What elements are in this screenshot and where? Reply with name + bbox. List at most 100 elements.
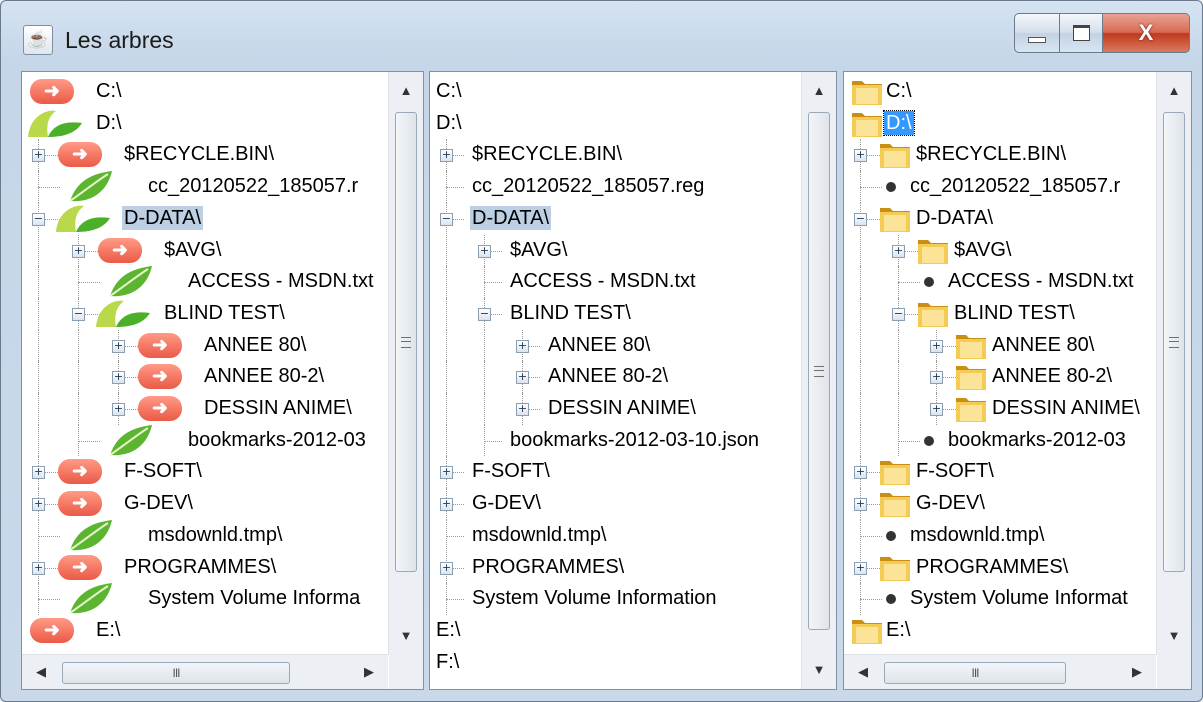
tree-node-label[interactable]: D:\ (434, 111, 464, 135)
tree-node-label[interactable]: DESSIN ANIME\ (990, 396, 1142, 420)
tree-row[interactable]: + ➜ F-SOFT\ (22, 456, 388, 489)
tree-row[interactable]: msdownld.tmp\ (844, 519, 1156, 552)
tree-node-label[interactable]: ANNEE 80\ (202, 333, 308, 357)
collapse-icon[interactable]: − (72, 307, 85, 321)
tree-row[interactable]: − BLIND TEST\ (844, 297, 1156, 330)
tree-row[interactable]: System Volume Information (430, 583, 800, 615)
tree-row[interactable]: D:\ (22, 108, 388, 140)
expand-icon[interactable]: + (854, 466, 867, 480)
tree-row[interactable]: + G-DEV\ (844, 488, 1156, 520)
tree-node-label[interactable]: $AVG\ (952, 238, 1013, 262)
scroll-up-arrow[interactable]: ▲ (1157, 76, 1191, 106)
expand-icon[interactable]: + (112, 371, 125, 385)
scroll-left-arrow[interactable]: ◀ (26, 655, 56, 689)
expand-icon[interactable]: + (32, 466, 45, 480)
expand-icon[interactable]: + (32, 561, 45, 575)
expand-icon[interactable]: + (892, 244, 905, 258)
expand-icon[interactable]: + (516, 339, 529, 353)
tree-row[interactable]: + PROGRAMMES\ (844, 551, 1156, 584)
tree-node-label[interactable]: cc_20120522_185057.reg (470, 174, 706, 198)
tree-node-label[interactable]: D-DATA\ (914, 206, 995, 230)
tree-row[interactable]: − BLIND TEST\ (22, 297, 388, 330)
tree-node-label[interactable]: $AVG\ (162, 238, 223, 262)
tree-node-label[interactable]: cc_20120522_185057.r (908, 174, 1122, 198)
expand-icon[interactable]: + (854, 561, 867, 575)
tree-node-label[interactable]: System Volume Informat (908, 586, 1130, 610)
tree-row[interactable]: D:\ (430, 108, 800, 140)
tree-node-label[interactable]: E:\ (94, 618, 122, 642)
file-tree[interactable]: C:\ D:\ + $RECYCLE.BIN\ cc_20120522_185057.r… (844, 72, 1156, 655)
tree-node-label[interactable]: $AVG\ (508, 238, 569, 262)
tree-node-label[interactable]: G-DEV\ (914, 491, 987, 515)
tree-node-label[interactable]: D:\ (883, 109, 915, 136)
tree-node-label[interactable]: E:\ (884, 618, 912, 642)
tree-row[interactable]: ACCESS - MSDN.txt (844, 266, 1156, 298)
expand-icon[interactable]: + (32, 149, 45, 163)
tree-node-label[interactable]: bookmarks-2012-03-10.json (508, 428, 761, 452)
tree-row[interactable]: − D-DATA\ (22, 202, 388, 235)
tree-node-label[interactable]: F-SOFT\ (122, 459, 204, 483)
tree-row[interactable]: cc_20120522_185057.r (844, 171, 1156, 203)
tree-row[interactable]: D:\ (844, 108, 1156, 140)
title-bar[interactable]: ☕ Les arbres X (1, 1, 1202, 65)
tree-row[interactable]: + ➜ ANNEE 80\ (22, 329, 388, 362)
tree-node-label[interactable]: PROGRAMMES\ (914, 555, 1070, 579)
tree-row[interactable]: + F-SOFT\ (430, 456, 800, 489)
tree-row[interactable]: + $RECYCLE.BIN\ (430, 139, 800, 172)
tree-row[interactable]: + ANNEE 80-2\ (844, 361, 1156, 393)
tree-node-label[interactable]: DESSIN ANIME\ (546, 396, 698, 420)
scroll-left-arrow[interactable]: ◀ (848, 655, 878, 689)
expand-icon[interactable]: + (440, 466, 453, 480)
tree-node-label[interactable]: ANNEE 80\ (990, 333, 1096, 357)
maximize-button[interactable] (1060, 13, 1103, 53)
expand-icon[interactable]: + (516, 371, 529, 385)
tree-row[interactable]: + ➜ PROGRAMMES\ (22, 551, 388, 584)
horizontal-scroll-thumb[interactable]: III (62, 662, 290, 684)
collapse-icon[interactable]: − (892, 307, 905, 321)
tree-row[interactable]: + ➜ $RECYCLE.BIN\ (22, 139, 388, 172)
expand-icon[interactable]: + (854, 498, 867, 512)
tree-row[interactable]: + DESSIN ANIME\ (430, 393, 800, 425)
tree-row[interactable]: + $RECYCLE.BIN\ (844, 139, 1156, 172)
tree-row[interactable]: + $AVG\ (844, 234, 1156, 267)
tree-row[interactable]: C:\ (430, 76, 800, 108)
collapse-icon[interactable]: − (440, 212, 453, 226)
tree-row[interactable]: ACCESS - MSDN.txt (430, 266, 800, 298)
scroll-thumb[interactable] (1163, 112, 1185, 572)
tree-row[interactable]: + ➜ DESSIN ANIME\ (22, 393, 388, 425)
tree-node-label[interactable]: ACCESS - MSDN.txt (946, 269, 1136, 293)
horizontal-scroll-thumb[interactable]: III (884, 662, 1066, 684)
tree-node-label[interactable]: G-DEV\ (470, 491, 543, 515)
scroll-up-arrow[interactable]: ▲ (802, 76, 836, 106)
expand-icon[interactable]: + (930, 339, 943, 353)
tree-node-label[interactable]: C:\ (94, 79, 124, 103)
tree-node-label[interactable]: System Volume Informa (146, 586, 362, 610)
collapse-icon[interactable]: − (32, 212, 45, 226)
close-button[interactable]: X (1103, 13, 1190, 53)
tree-row[interactable]: cc_20120522_185057.reg (430, 171, 800, 203)
tree-node-label[interactable]: ANNEE 80\ (546, 333, 652, 357)
scroll-down-arrow[interactable]: ▼ (802, 655, 836, 685)
scroll-right-arrow[interactable]: ▶ (1122, 655, 1152, 689)
tree-row[interactable]: + $AVG\ (430, 234, 800, 267)
tree-node-label[interactable]: BLIND TEST\ (508, 301, 633, 325)
vertical-scrollbar[interactable]: ▲ ▼ (388, 72, 423, 655)
tree-node-label[interactable]: ANNEE 80-2\ (990, 364, 1114, 388)
vertical-scrollbar[interactable]: ▲ ▼ (801, 72, 836, 689)
tree-row[interactable]: − BLIND TEST\ (430, 297, 800, 330)
tree-node-label[interactable]: msdownld.tmp\ (908, 523, 1047, 547)
tree-node-label[interactable]: F-SOFT\ (914, 459, 996, 483)
tree-row[interactable]: System Volume Informa (22, 583, 388, 615)
scroll-thumb[interactable] (808, 112, 830, 630)
horizontal-scrollbar[interactable]: ◀ III ▶ (22, 654, 388, 689)
tree-node-label[interactable]: ANNEE 80-2\ (546, 364, 670, 388)
expand-icon[interactable]: + (440, 149, 453, 163)
tree-row[interactable]: − D-DATA\ (844, 202, 1156, 235)
expand-icon[interactable]: + (72, 244, 85, 258)
expand-icon[interactable]: + (440, 561, 453, 575)
file-tree[interactable]: ➜ C:\ D:\ + ➜ $RECYCLE.BIN\ cc_20120522_185057… (22, 72, 388, 655)
expand-icon[interactable]: + (478, 244, 491, 258)
tree-row[interactable]: msdownld.tmp\ (430, 519, 800, 552)
expand-icon[interactable]: + (516, 403, 529, 416)
tree-row[interactable]: msdownld.tmp\ (22, 519, 388, 552)
